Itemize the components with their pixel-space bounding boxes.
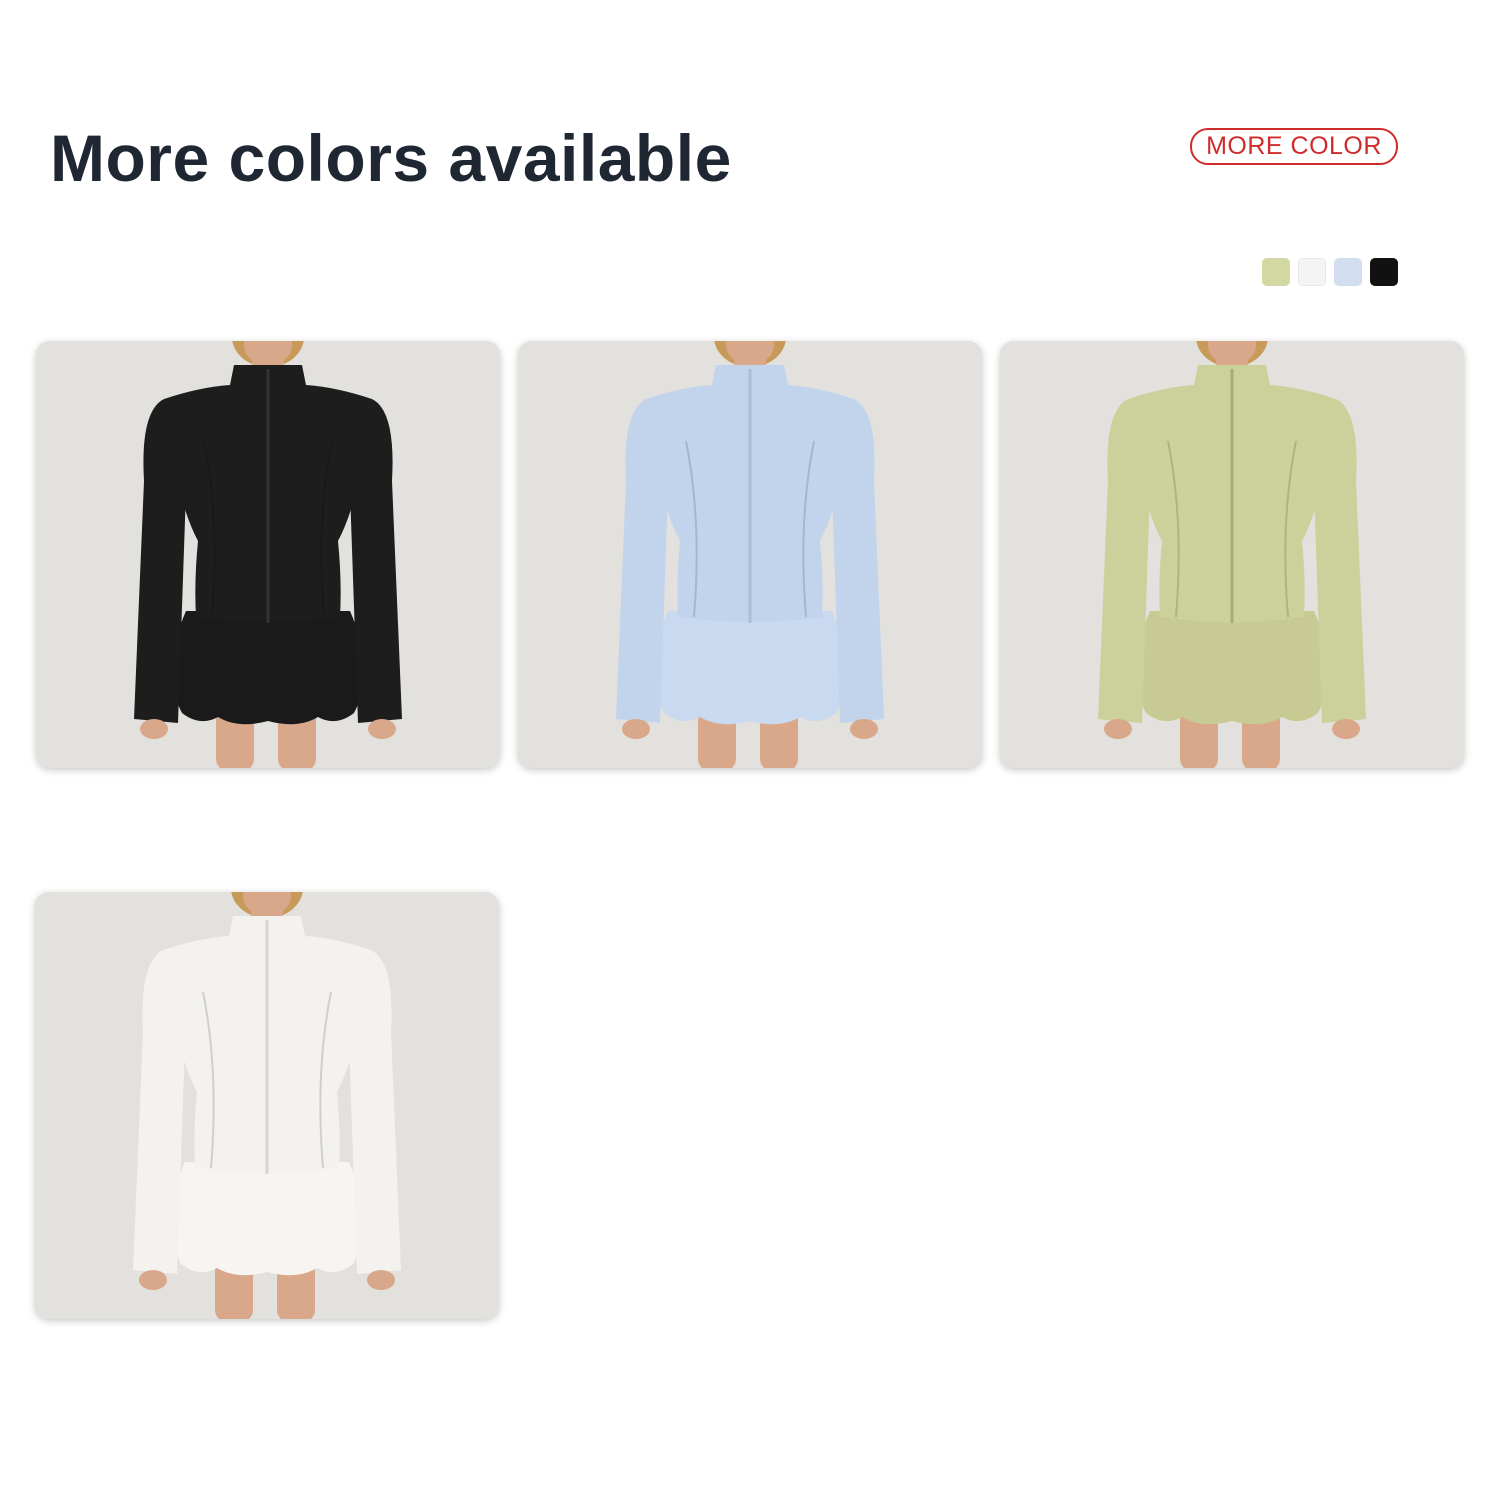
product-card-sage-green[interactable]: [1000, 341, 1464, 768]
more-color-badge[interactable]: MORE COLOR: [1190, 128, 1398, 165]
model-left-hand: [622, 719, 650, 739]
section-title: More colors available: [50, 121, 732, 195]
product-card-light-blue[interactable]: [518, 341, 982, 768]
model-left-hand: [139, 1270, 167, 1290]
shorts: [1135, 611, 1329, 725]
product-card-white[interactable]: [35, 892, 499, 1319]
product-photo: [36, 341, 500, 768]
shorts: [653, 611, 847, 725]
swatch-black[interactable]: [1370, 258, 1398, 286]
product-card-black[interactable]: [36, 341, 500, 768]
shorts: [170, 1162, 364, 1276]
model-right-hand: [1332, 719, 1360, 739]
product-photo: [1000, 341, 1464, 768]
model-right-hand: [850, 719, 878, 739]
model-right-hand: [367, 1270, 395, 1290]
product-photo: [518, 341, 982, 768]
swatch-sage-green[interactable]: [1262, 258, 1290, 286]
more-colors-section: More colors available MORE COLOR: [0, 0, 1500, 1500]
shorts: [171, 611, 365, 725]
model-left-hand: [1104, 719, 1132, 739]
swatch-white[interactable]: [1298, 258, 1326, 286]
model-left-hand: [140, 719, 168, 739]
swatch-light-blue[interactable]: [1334, 258, 1362, 286]
product-photo: [35, 892, 499, 1319]
model-right-hand: [368, 719, 396, 739]
color-swatches: [1262, 258, 1398, 286]
